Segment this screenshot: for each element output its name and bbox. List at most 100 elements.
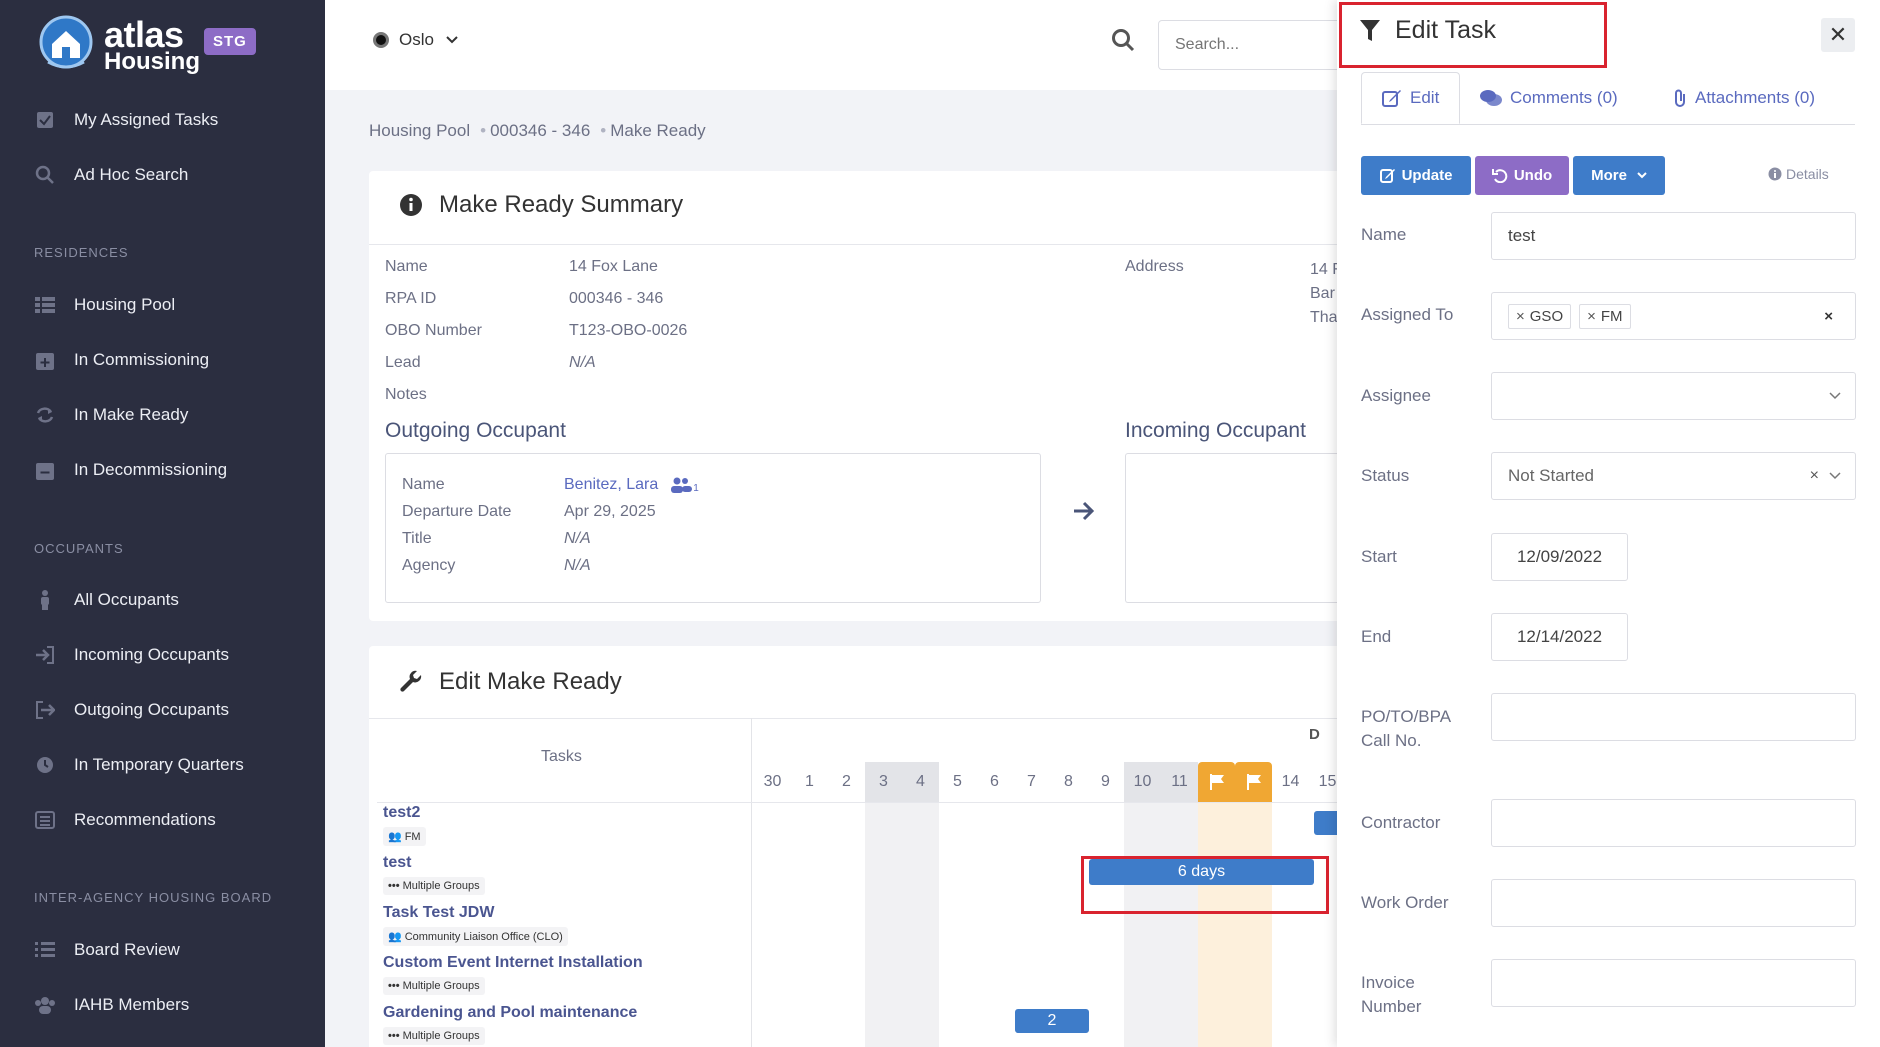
sidebar-item-recommendations[interactable]: Recommendations — [0, 800, 325, 840]
occ-name-label: Name — [402, 476, 445, 493]
task-name[interactable]: Gardening and Pool maintenance — [383, 1004, 637, 1022]
day-cell: 14 — [1281, 773, 1300, 790]
start-date-input[interactable]: 12/09/2022 — [1491, 533, 1628, 581]
edit-task-panel: Edit Task ✕ Edit Comments (0) Attachment… — [1337, 0, 1880, 1047]
remove-chip-icon[interactable]: × — [1587, 308, 1596, 325]
sidebar-item-all-occupants[interactable]: All Occupants — [0, 580, 325, 620]
edit-make-ready-title-text: Edit Make Ready — [439, 668, 622, 695]
incoming-occupant-heading: Incoming Occupant — [1125, 419, 1306, 442]
sidebar-item-label: Housing Pool — [74, 295, 176, 314]
month-label: D — [1309, 726, 1320, 743]
status-select[interactable]: Not Started × — [1491, 452, 1856, 500]
invoice-number-input[interactable] — [1491, 959, 1856, 1007]
gantt-tasks-header: Tasks — [541, 748, 582, 765]
clear-icon[interactable]: × — [1810, 467, 1819, 485]
field-rpa-value: 000346 - 346 — [569, 290, 664, 307]
more-dropdown-button[interactable]: More — [1573, 156, 1665, 195]
details-link[interactable]: Details — [1768, 166, 1829, 182]
task-name[interactable]: Custom Event Internet Installation — [383, 954, 643, 972]
post-selector[interactable]: Oslo — [373, 30, 458, 50]
chevron-down-icon — [446, 36, 458, 44]
name-label: Name — [1361, 225, 1407, 244]
occ-agency-label: Agency — [402, 557, 456, 574]
clear-icon[interactable]: × — [1824, 308, 1833, 325]
remove-chip-icon[interactable]: × — [1516, 308, 1525, 325]
edit-make-ready-card: Edit Make Ready Tasks 30 1 2 3 4 5 6 7 8… — [369, 646, 1369, 1047]
make-ready-summary-card: Make Ready Summary Name 14 Fox Lane RPA … — [369, 171, 1385, 621]
assignee-select[interactable] — [1491, 372, 1856, 420]
sidebar-item-iahb-members[interactable]: IAHB Members — [0, 985, 325, 1025]
sidebar-item-label: Incoming Occupants — [74, 645, 229, 664]
sidebar-item-board-review[interactable]: Board Review — [0, 930, 325, 970]
task-group-tag: ••• Multiple Groups — [383, 877, 485, 895]
breadcrumb-item-rpa[interactable]: 000346 - 346 — [490, 121, 590, 140]
po-number-input[interactable] — [1491, 693, 1856, 741]
app-logo[interactable]: atlas Housing STG — [38, 14, 268, 76]
field-lead-label: Lead — [385, 354, 421, 371]
ellipsis-icon: ••• — [388, 1030, 400, 1042]
task-name[interactable]: test2 — [383, 804, 420, 822]
sidebar: atlas Housing STG My Assigned Tasks Ad H… — [0, 0, 325, 1047]
task-name[interactable]: test — [383, 854, 411, 872]
breadcrumb-item-housing-pool[interactable]: Housing Pool — [369, 121, 470, 140]
sidebar-item-housing-pool[interactable]: Housing Pool — [0, 285, 325, 325]
post-name: Oslo — [399, 30, 434, 49]
task-name[interactable]: Task Test JDW — [383, 904, 494, 922]
sidebar-item-in-temporary-quarters[interactable]: In Temporary Quarters — [0, 745, 325, 785]
sidebar-item-incoming-occupants[interactable]: Incoming Occupants — [0, 635, 325, 675]
tab-attachments[interactable]: Attachments (0) — [1673, 72, 1815, 124]
day-cell: 3 — [865, 762, 902, 802]
highlight-box-title — [1339, 2, 1607, 68]
sidebar-item-in-commissioning[interactable]: In Commissioning — [0, 340, 325, 380]
sidebar-item-label: My Assigned Tasks — [74, 110, 219, 129]
edit-make-ready-title: Edit Make Ready — [399, 668, 622, 696]
sidebar-item-outgoing-occupants[interactable]: Outgoing Occupants — [0, 690, 325, 730]
task-bar-gardening[interactable]: 2 — [1015, 1009, 1089, 1033]
chevron-down-icon — [1637, 172, 1647, 179]
day-cell: 8 — [1064, 773, 1073, 790]
sidebar-item-my-assigned-tasks[interactable]: My Assigned Tasks — [0, 100, 325, 140]
gantt-header-divider — [377, 802, 1369, 803]
day-cell: 7 — [1027, 773, 1036, 790]
work-order-input[interactable] — [1491, 879, 1856, 927]
sidebar-item-in-make-ready[interactable]: In Make Ready — [0, 395, 325, 435]
day-cell: 4 — [902, 762, 939, 802]
close-panel-button[interactable]: ✕ — [1821, 18, 1855, 52]
status-label: Status — [1361, 466, 1410, 485]
field-name-label: Name — [385, 258, 428, 275]
end-date-input[interactable]: 12/14/2022 — [1491, 613, 1628, 661]
gantt-days-row: 30 1 2 3 4 5 6 7 8 9 10 11 14 15 — [751, 762, 1369, 802]
update-button[interactable]: Update — [1361, 156, 1471, 195]
chip-fm[interactable]: × FM — [1579, 303, 1631, 329]
refresh-icon — [34, 404, 56, 426]
breadcrumb-item-current: Make Ready — [610, 121, 706, 140]
contractor-input[interactable] — [1491, 799, 1856, 847]
info-icon — [399, 193, 423, 217]
tab-edit[interactable]: Edit — [1361, 72, 1461, 124]
search-icon[interactable] — [1111, 28, 1135, 57]
undo-button[interactable]: Undo — [1475, 156, 1569, 195]
tab-comments[interactable]: Comments (0) — [1480, 72, 1618, 124]
sidebar-item-in-decommissioning[interactable]: In Decommissioning — [0, 450, 325, 490]
chevron-down-icon — [1829, 392, 1841, 400]
occupant-link[interactable]: Benitez, Lara — [564, 476, 658, 494]
wrench-icon — [399, 670, 423, 694]
sign-out-icon — [34, 699, 56, 721]
checkbox-icon — [34, 109, 56, 131]
occ-agency-value: N/A — [564, 557, 591, 574]
field-obo-label: OBO Number — [385, 322, 482, 339]
sign-in-icon — [34, 644, 56, 666]
list-alt-icon — [34, 809, 56, 831]
chip-gso[interactable]: × GSO — [1508, 303, 1572, 329]
breadcrumb: Housing Pool • 000346 - 346 • Make Ready — [369, 121, 710, 141]
name-input[interactable]: test — [1491, 212, 1856, 260]
task-group-tag: ••• Multiple Groups — [383, 977, 485, 995]
assignee-label: Assignee — [1361, 386, 1431, 405]
field-notes-label: Notes — [385, 386, 427, 403]
sidebar-item-ad-hoc-search[interactable]: Ad Hoc Search — [0, 155, 325, 195]
ellipsis-icon: ••• — [388, 880, 400, 892]
arrow-right-icon — [1073, 501, 1095, 526]
household-count: 1 — [693, 482, 699, 494]
flag-icon — [373, 32, 389, 48]
assigned-to-multiselect[interactable]: × GSO × FM × — [1491, 292, 1856, 340]
